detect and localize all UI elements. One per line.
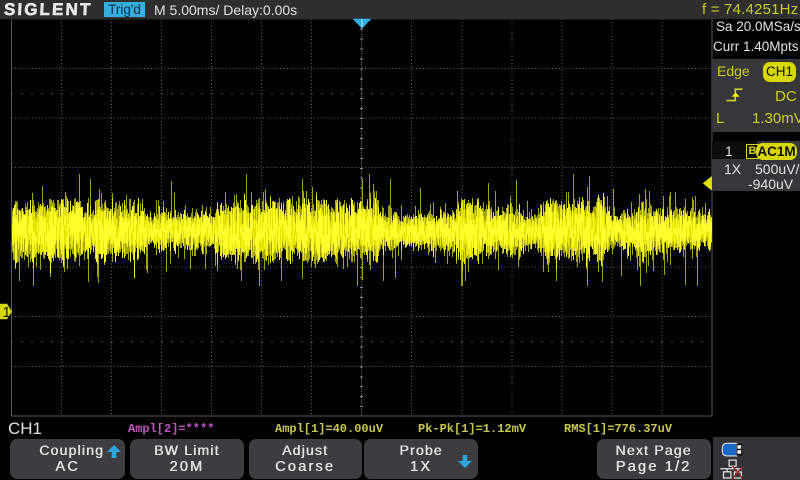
svg-text:1: 1: [3, 305, 11, 321]
